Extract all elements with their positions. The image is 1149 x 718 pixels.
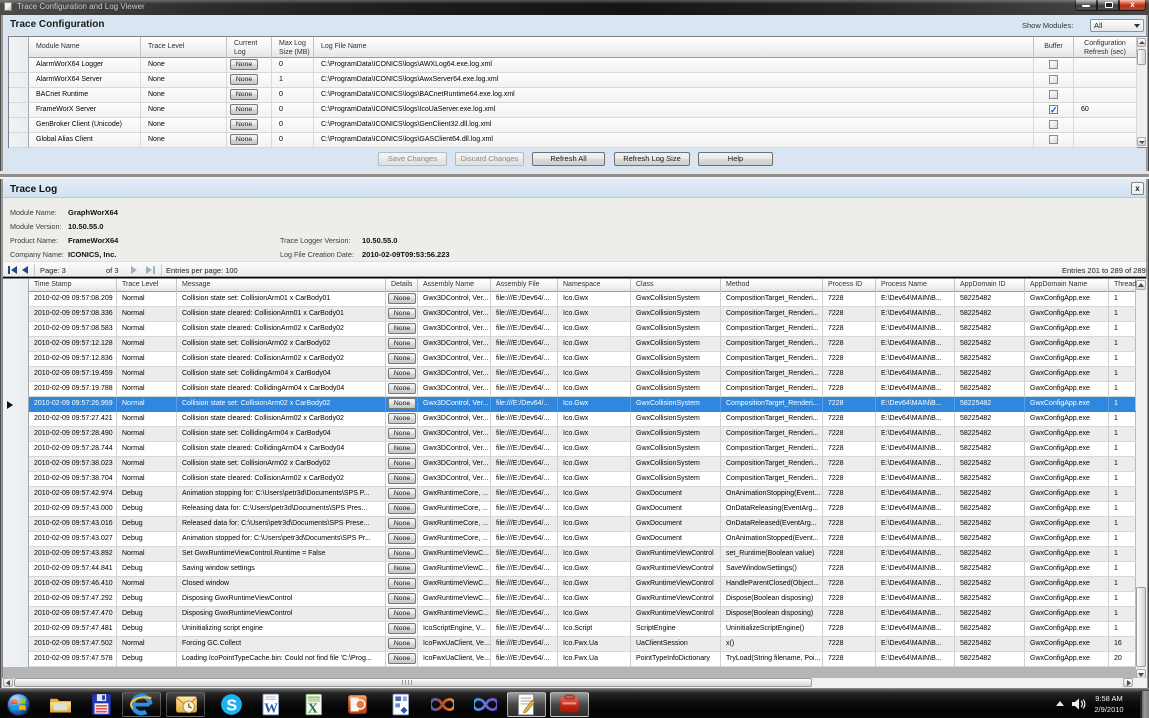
svg-text:S: S: [226, 696, 237, 714]
svg-text:W: W: [264, 701, 278, 716]
svg-text:X: X: [308, 701, 318, 716]
